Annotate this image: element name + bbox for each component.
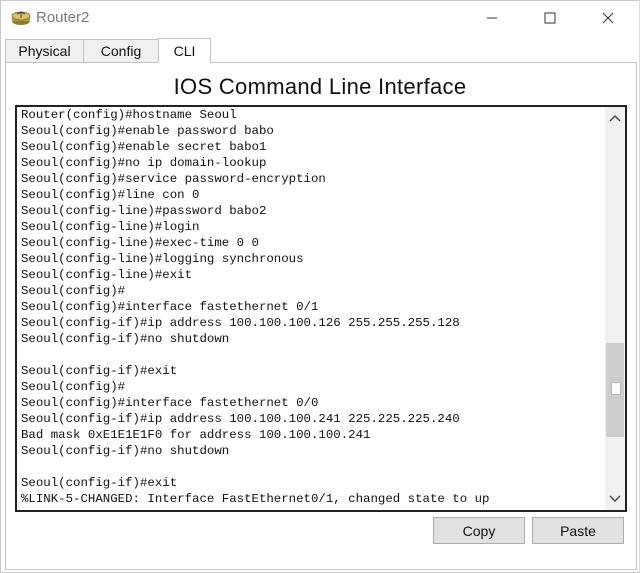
router-window: Router2 Physical Config CLI IOS Command …: [0, 0, 640, 573]
terminal-line: Seoul(config)#: [21, 380, 126, 394]
minimize-button[interactable]: [469, 1, 515, 35]
minimize-icon: [487, 17, 497, 19]
terminal-line: Seoul(config-if)#ip address 100.100.100.…: [21, 316, 460, 330]
terminal-line: Seoul(config-if)#exit: [21, 476, 178, 490]
maximize-icon: [544, 12, 556, 24]
terminal-line: Seoul(config)#service password-encryptio…: [21, 172, 326, 186]
maximize-button[interactable]: [527, 1, 573, 35]
terminal-line: Seoul(config)#line con 0: [21, 188, 200, 202]
title-bar[interactable]: Router2: [1, 1, 639, 35]
close-button[interactable]: [585, 1, 631, 35]
terminal-line: Seoul(config)#enable password babo: [21, 124, 274, 138]
terminal-line: Seoul(config)#enable secret babo1: [21, 140, 267, 154]
tab-label: Physical: [18, 43, 71, 59]
tab-physical[interactable]: Physical: [5, 39, 84, 62]
terminal-line: Seoul(config)#no ip domain-lookup: [21, 156, 267, 170]
terminal-line: Bad mask 0xE1E1E1F0 for address 100.100.…: [21, 428, 371, 442]
terminal-output: Router(config)#hostname Seoul Seoul(confi…: [21, 107, 601, 507]
scroll-down-button[interactable]: [605, 488, 625, 510]
terminal-line: Router(config)#hostname Seoul: [21, 108, 237, 122]
router-icon: [10, 8, 32, 28]
terminal-line: Seoul(config)#interface fastethernet 0/0: [21, 396, 319, 410]
scroll-thumb-grip: [611, 382, 621, 395]
terminal-line: Seoul(config-line)#exec-time 0 0: [21, 236, 259, 250]
page-title: IOS Command Line Interface: [173, 74, 467, 99]
terminal-line: Seoul(config-if)#no shutdown: [21, 444, 230, 458]
terminal-line: Seoul(config)#interface fastethernet 0/1: [21, 300, 319, 314]
scroll-thumb[interactable]: [606, 343, 624, 437]
chevron-up-icon: [609, 115, 621, 122]
vertical-scrollbar[interactable]: [605, 107, 625, 510]
terminal-line: Seoul(config-line)#logging synchronous: [21, 252, 304, 266]
paste-button[interactable]: Paste: [532, 517, 624, 544]
close-icon: [602, 12, 614, 24]
tab-cli[interactable]: CLI: [158, 38, 211, 63]
terminal-line: Seoul(config-line)#password babo2: [21, 204, 267, 218]
terminal-line: %LINK-5-CHANGED: Interface FastEthernet0…: [21, 492, 490, 506]
terminal-line: Seoul(config)#: [21, 284, 126, 298]
terminal-line: Seoul(config-if)#ip address 100.100.100.…: [21, 412, 460, 426]
window-title: Router2: [36, 9, 90, 26]
terminal-line: Seoul(config-if)#no shutdown: [21, 332, 230, 346]
cli-terminal[interactable]: Router(config)#hostname Seoul Seoul(confi…: [15, 105, 627, 512]
terminal-line: Seoul(config-line)#exit: [21, 268, 193, 282]
chevron-down-icon: [609, 495, 621, 502]
terminal-line: Seoul(config-line)#login: [21, 220, 200, 234]
scroll-up-button[interactable]: [605, 107, 625, 129]
terminal-line: Seoul(config-if)#exit: [21, 364, 178, 378]
tab-config[interactable]: Config: [83, 39, 159, 62]
copy-button[interactable]: Copy: [433, 517, 525, 544]
tab-label: CLI: [173, 43, 196, 59]
tab-label: Config: [100, 43, 142, 59]
